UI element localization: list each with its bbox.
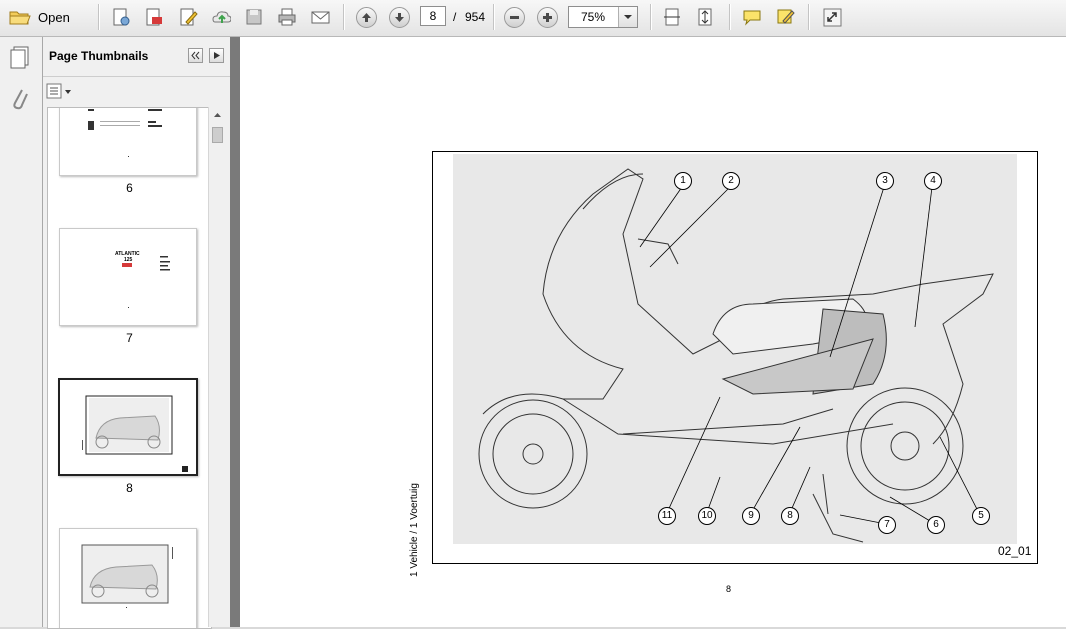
thumbnail-page-6[interactable] [59, 108, 197, 176]
email-button[interactable] [308, 6, 332, 28]
zoom-in-button[interactable] [536, 6, 558, 28]
callout-5: 5 [972, 507, 990, 525]
thumbnail-label-6: 6 [126, 181, 133, 195]
page-thumbnails-tab[interactable] [8, 45, 32, 74]
panel-title: Page Thumbnails [49, 49, 149, 63]
callout-8: 8 [781, 507, 799, 525]
arrow-up-icon [355, 6, 377, 28]
triangle-right-icon [214, 52, 220, 59]
save-button[interactable] [243, 6, 265, 28]
page-8-preview [82, 395, 188, 472]
page-9-preview [81, 544, 173, 608]
chevron-down-icon[interactable] [618, 7, 637, 27]
scroll-up-icon[interactable] [209, 107, 226, 124]
callout-7: 7 [878, 516, 896, 534]
next-page-button[interactable] [388, 6, 410, 28]
zoom-value: 75% [581, 10, 606, 24]
thumbnail-page-8-selected[interactable] [58, 378, 198, 476]
minus-icon [503, 6, 525, 28]
callout-9: 9 [742, 507, 760, 525]
upload-button[interactable] [209, 6, 233, 28]
paperclip-icon [13, 89, 28, 110]
printer-icon [278, 8, 296, 26]
thumbnail-scrollbar[interactable] [208, 107, 226, 627]
page-6-preview [88, 109, 162, 157]
thumbnails-panel: Page Thumbnails 6 ATLANTIC 125 7 8 [43, 37, 230, 629]
thumbnail-page-9[interactable] [59, 528, 197, 628]
scrollbar-thumb[interactable] [212, 127, 223, 143]
fit-width-icon [664, 8, 680, 26]
panel-header: Page Thumbnails [43, 37, 230, 77]
double-chevron-left-icon [191, 51, 200, 60]
document-view[interactable]: 1 2 3 4 5 6 7 8 9 10 11 02_01 1 Vehicle … [240, 37, 1066, 627]
plus-icon [536, 6, 558, 28]
highlight-button[interactable] [774, 6, 796, 28]
arrow-down-icon [388, 6, 410, 28]
expand-icon [823, 8, 842, 27]
callout-11: 11 [658, 507, 676, 525]
edit-document-icon [180, 8, 198, 26]
print-button[interactable] [275, 6, 299, 28]
zoom-select[interactable]: 75% [568, 6, 638, 28]
page-7-subtitle: 125 [124, 257, 133, 263]
page-7-preview [122, 256, 170, 308]
panel-splitter[interactable] [230, 37, 240, 627]
thumbnail-page-7[interactable]: ATLANTIC 125 [59, 228, 197, 326]
comment-button[interactable] [741, 6, 763, 28]
thumbnail-list[interactable]: 6 ATLANTIC 125 7 8 [47, 107, 212, 629]
fullscreen-button[interactable] [820, 6, 844, 28]
folder-icon [9, 11, 31, 25]
export-pdf-button[interactable] [143, 6, 165, 28]
page-number-input[interactable]: 8 [420, 6, 446, 26]
fit-width-button[interactable] [661, 6, 683, 28]
list-options-icon [46, 83, 71, 99]
document-gear-icon [113, 8, 130, 26]
thumbnail-label-7: 7 [126, 331, 133, 345]
callout-10: 10 [698, 507, 716, 525]
fit-page-icon [698, 8, 712, 26]
pages-icon [10, 46, 29, 69]
callout-6: 6 [927, 516, 945, 534]
fit-page-button[interactable] [694, 6, 716, 28]
thumbnail-label-8: 8 [126, 481, 133, 495]
open-button[interactable]: Open [8, 6, 78, 28]
collapse-panel-button[interactable] [188, 48, 203, 63]
toolbar: Open 8 / 954 75% [0, 0, 1066, 37]
edit-button[interactable] [177, 6, 199, 28]
callout-3: 3 [876, 172, 894, 190]
side-caption: 1 Vehicle / 1 Voertuig [409, 483, 420, 577]
create-pdf-button[interactable] [110, 6, 132, 28]
figure-code: 02_01 [998, 544, 1032, 558]
highlighter-icon [777, 9, 795, 24]
callout-4: 4 [924, 172, 942, 190]
options-menu-button[interactable] [46, 83, 72, 101]
previous-page-button[interactable] [355, 6, 377, 28]
open-label: Open [38, 9, 70, 25]
callout-layer [639, 186, 981, 525]
expand-panel-button[interactable] [209, 48, 224, 63]
floppy-disk-icon [246, 9, 262, 25]
callout-2: 2 [722, 172, 740, 190]
zoom-out-button[interactable] [503, 6, 525, 28]
pdf-export-icon [146, 8, 162, 26]
callout-1: 1 [674, 172, 692, 190]
attachments-tab[interactable] [8, 85, 30, 116]
envelope-icon [311, 11, 330, 24]
total-pages: 954 [465, 10, 486, 24]
speech-bubble-icon [743, 10, 761, 26]
cloud-upload-icon [212, 11, 231, 23]
page-separator: / [453, 10, 457, 24]
page-number: 8 [726, 584, 732, 594]
navigation-rail [0, 37, 43, 627]
